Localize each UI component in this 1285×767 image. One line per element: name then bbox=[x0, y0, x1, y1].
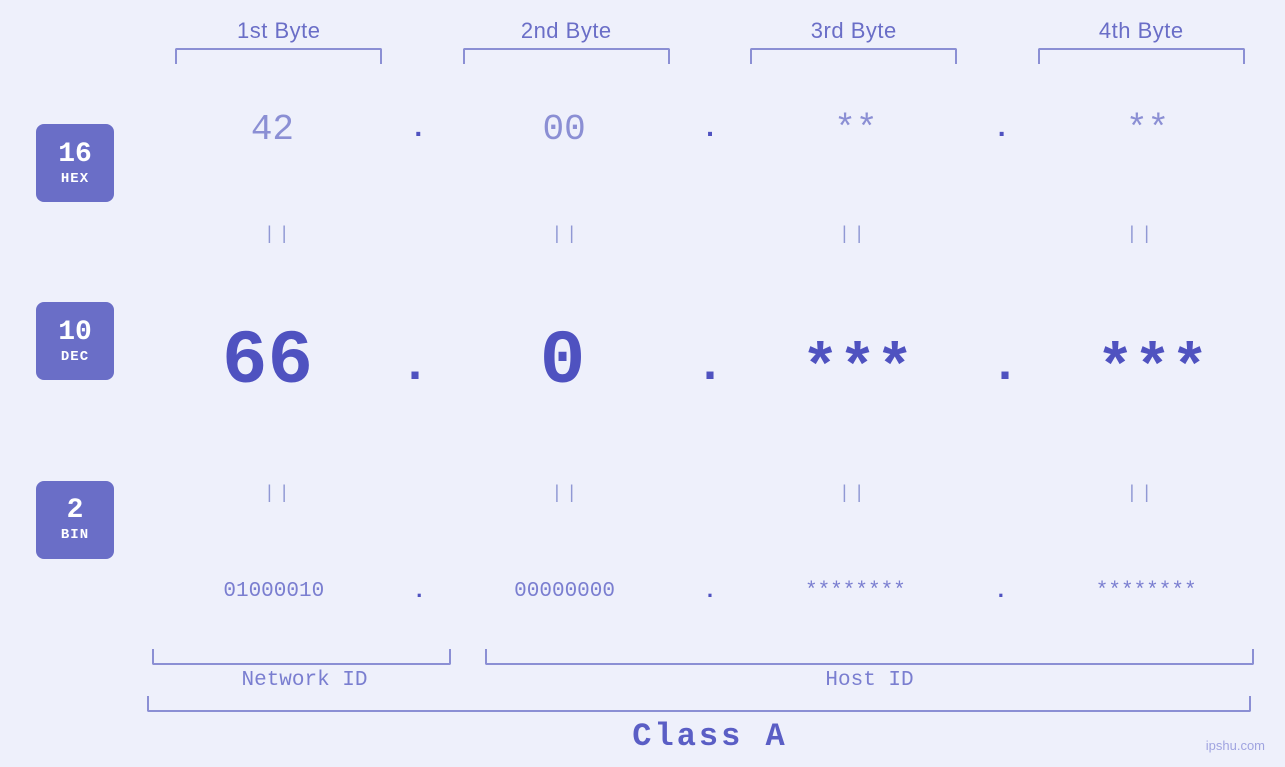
dec-dot-3: . bbox=[990, 338, 1020, 405]
byte-header-4: 4th Byte bbox=[998, 18, 1285, 44]
dec-value-1: 66 bbox=[222, 319, 313, 405]
bracket-top-3 bbox=[710, 48, 998, 64]
dec-cell-3: *** bbox=[725, 334, 990, 405]
base-number-bin: 2 bbox=[67, 496, 84, 527]
network-id-label: Network ID bbox=[135, 669, 474, 692]
bracket-top-4 bbox=[998, 48, 1285, 64]
equals-row-2: || || || || bbox=[135, 484, 1285, 504]
eq-2-4: || bbox=[998, 484, 1285, 504]
eq-1-1: || bbox=[135, 225, 423, 245]
bin-row: 01000010 . 00000000 . ******** . *******… bbox=[135, 579, 1285, 604]
dec-dot-2: . bbox=[695, 338, 725, 405]
base-label-dec: DEC bbox=[61, 349, 89, 365]
eq-1-4: || bbox=[998, 225, 1285, 245]
hex-value-3: ** bbox=[834, 109, 877, 150]
dec-cell-1: 66 bbox=[135, 319, 400, 405]
hex-dot-1: . bbox=[410, 114, 427, 145]
bin-cell-2: 00000000 bbox=[426, 580, 704, 603]
bin-dot-3: . bbox=[994, 579, 1007, 604]
dec-row: 66 . 0 . *** . *** bbox=[135, 319, 1285, 409]
eq-2-3: || bbox=[710, 484, 998, 504]
bracket-top-2 bbox=[423, 48, 711, 64]
dec-value-3: *** bbox=[802, 334, 914, 405]
host-id-label: Host ID bbox=[474, 669, 1265, 692]
bin-value-1: 01000010 bbox=[223, 580, 324, 603]
dec-cell-2: 0 bbox=[430, 319, 695, 405]
bracket-bottom-host bbox=[485, 649, 1253, 665]
byte-header-2: 2nd Byte bbox=[423, 18, 711, 44]
hex-cell-1: 42 bbox=[135, 109, 410, 150]
base-badge-bin: 2 BIN bbox=[36, 481, 114, 559]
byte-header-3: 3rd Byte bbox=[710, 18, 998, 44]
hex-cell-3: ** bbox=[718, 109, 993, 150]
bin-value-3: ******** bbox=[805, 580, 906, 603]
bin-value-2: 00000000 bbox=[514, 580, 615, 603]
hex-cell-4: ** bbox=[1010, 109, 1285, 150]
eq-1-2: || bbox=[423, 225, 711, 245]
base-badge-dec: 10 DEC bbox=[36, 302, 114, 380]
bin-cell-3: ******** bbox=[717, 580, 995, 603]
eq-2-2: || bbox=[423, 484, 711, 504]
bracket-bottom-network bbox=[152, 649, 451, 665]
hex-dot-3: . bbox=[993, 114, 1010, 145]
class-label: Class A bbox=[632, 718, 787, 755]
hex-row: 42 . 00 . ** . ** bbox=[135, 109, 1285, 150]
byte-header-1: 1st Byte bbox=[135, 18, 423, 44]
base-label-hex: HEX bbox=[61, 171, 89, 187]
dec-cell-4: *** bbox=[1020, 334, 1285, 405]
base-badge-hex: 16 HEX bbox=[36, 124, 114, 202]
dec-value-4: *** bbox=[1097, 334, 1209, 405]
equals-row-1: || || || || bbox=[135, 225, 1285, 245]
hex-value-1: 42 bbox=[251, 109, 294, 150]
bin-dot-2: . bbox=[703, 579, 716, 604]
hex-value-2: 00 bbox=[543, 109, 586, 150]
base-number-hex: 16 bbox=[58, 140, 92, 171]
eq-2-1: || bbox=[135, 484, 423, 504]
base-label-bin: BIN bbox=[61, 527, 89, 543]
dec-value-2: 0 bbox=[540, 319, 586, 405]
hex-value-4: ** bbox=[1126, 109, 1169, 150]
bin-cell-4: ******** bbox=[1007, 580, 1285, 603]
bracket-full bbox=[147, 696, 1251, 712]
eq-1-3: || bbox=[710, 225, 998, 245]
hex-cell-2: 00 bbox=[427, 109, 702, 150]
bin-value-4: ******** bbox=[1096, 580, 1197, 603]
bracket-top-1 bbox=[135, 48, 423, 64]
bin-cell-1: 01000010 bbox=[135, 580, 413, 603]
base-number-dec: 10 bbox=[58, 318, 92, 349]
bin-dot-1: . bbox=[413, 579, 426, 604]
class-label-container: Class A bbox=[135, 718, 1285, 767]
watermark: ipshu.com bbox=[1206, 738, 1265, 753]
dec-dot-1: . bbox=[400, 338, 430, 405]
main-layout: 1st Byte 2nd Byte 3rd Byte 4th Byte bbox=[0, 0, 1285, 767]
hex-dot-2: . bbox=[702, 114, 719, 145]
